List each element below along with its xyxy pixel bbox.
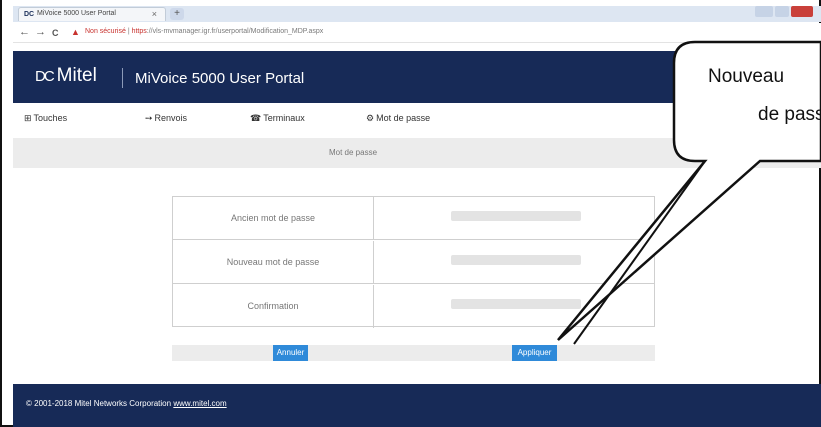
close-window-button[interactable] (791, 6, 813, 17)
old-password-label: Ancien mot de passe (173, 197, 374, 240)
form-row-new-password: Nouveau mot de passe (173, 241, 654, 284)
mitel-logo[interactable]: DC Mitel (35, 65, 97, 87)
apply-button[interactable]: Appliquer (512, 345, 557, 361)
old-password-input[interactable] (451, 211, 581, 221)
url-path: /userportal/Modification_MDP.aspx (215, 28, 324, 35)
browser-tab[interactable]: DC MiVoice 5000 User Portal × (18, 7, 166, 21)
nav-item-mot-de-passe[interactable]: ⚙ Mot de passe (366, 113, 430, 124)
minimize-window-button[interactable] (755, 6, 773, 17)
cancel-button[interactable]: Annuler (273, 345, 308, 361)
tab-title: MiVoice 5000 User Portal (37, 10, 116, 17)
nav-item-label: Terminaux (263, 113, 305, 123)
nav-item-label: Mot de passe (376, 113, 431, 123)
main-nav: ⊞ Touches ➙ Renvois ☎ Terminaux ⚙ Mot de pas… (13, 110, 821, 130)
callout-text-line1: Nouveau (708, 66, 785, 87)
security-warning: Non sécurisé (85, 28, 126, 35)
section-header: Mot de passe (13, 138, 821, 168)
copyright-text: © 2001-2018 Mitel Networks Corporation (26, 399, 172, 408)
back-arrow-icon[interactable]: ← (19, 26, 30, 38)
new-tab-button[interactable]: + (170, 8, 184, 20)
mitel-favicon-icon: DC (24, 11, 35, 18)
header-divider (122, 68, 123, 88)
form-row-confirmation: Confirmation (173, 285, 654, 328)
form-row-old-password: Ancien mot de passe (173, 197, 654, 240)
form-actions: Annuler Appliquer (172, 345, 655, 361)
nav-item-renvois[interactable]: ➙ Renvois (145, 113, 187, 124)
confirmation-input[interactable] (451, 299, 581, 309)
gear-icon: ⚙ (366, 113, 375, 123)
footer-copyright: © 2001-2018 Mitel Networks Corporation w… (26, 399, 227, 408)
section-title: Mot de passe (328, 148, 378, 157)
reload-icon[interactable]: C (52, 28, 59, 38)
url-host: ://vls-mvmanager.igr.fr (146, 28, 216, 35)
mitel-logo-icon: DC (35, 67, 55, 85)
nav-item-label: Renvois (154, 113, 188, 123)
phone-icon: ☎ (250, 113, 262, 123)
new-password-input[interactable] (451, 255, 581, 265)
nav-item-terminaux[interactable]: ☎ Terminaux (250, 113, 305, 124)
url-scheme: https (131, 28, 147, 35)
nav-item-label: Touches (33, 113, 68, 123)
confirmation-label: Confirmation (173, 285, 374, 328)
nav-item-touches[interactable]: ⊞ Touches (24, 113, 67, 124)
close-tab-icon[interactable]: × (152, 9, 157, 19)
forward-arrow-icon: ➙ (145, 113, 153, 123)
address-bar: ← → C ▲ Non sécurisé | https://vls-mvman… (13, 23, 821, 43)
url-field[interactable]: Non sécurisé | https://vls-mvmanager.igr… (85, 28, 323, 35)
portal-header: DC Mitel MiVoice 5000 User Portal (13, 51, 821, 103)
grid-icon: ⊞ (24, 113, 32, 123)
forward-arrow-icon[interactable]: → (35, 26, 46, 38)
new-password-label: Nouveau mot de passe (173, 241, 374, 284)
brand-name: Mitel (56, 65, 97, 86)
callout-text-line2: de pass (758, 104, 821, 125)
password-form: Ancien mot de passe Nouveau mot de passe… (172, 196, 655, 328)
page-footer: © 2001-2018 Mitel Networks Corporation w… (13, 384, 821, 427)
maximize-window-button[interactable] (775, 6, 789, 17)
mitel-website-link[interactable]: www.mitel.com (173, 399, 226, 408)
warning-triangle-icon: ▲ (71, 27, 80, 37)
page-title: MiVoice 5000 User Portal (135, 70, 305, 87)
